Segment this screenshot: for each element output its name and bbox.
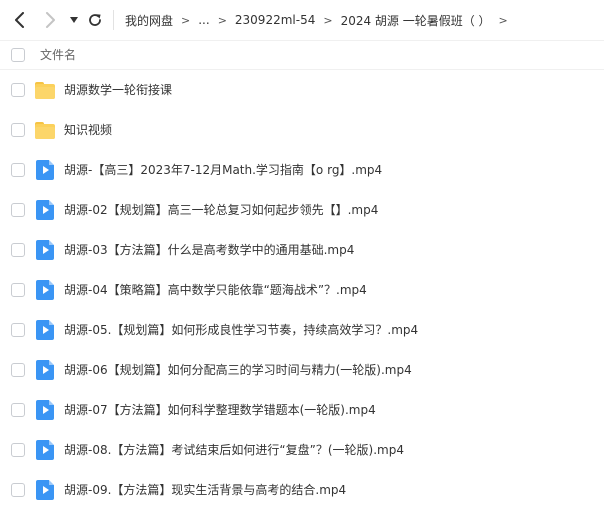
folder-icon (34, 119, 56, 141)
folder-icon (34, 79, 56, 101)
video-file-icon (34, 359, 56, 381)
video-file-icon (34, 199, 56, 221)
file-name[interactable]: 胡源-03【方法篇】什么是高考数学中的通用基础.mp4 (64, 230, 354, 270)
file-checkbox[interactable] (11, 83, 25, 97)
file-name[interactable]: 胡源-08.【方法篇】考试结束后如何进行“复盘”？(一轮版).mp4 (64, 430, 404, 470)
breadcrumb: 我的网盘 > ... > 230922ml-54 > 2024 胡源 一轮暑假班… (125, 0, 516, 40)
file-checkbox[interactable] (11, 403, 25, 417)
file-name[interactable]: 胡源-05.【规划篇】如何形成良性学习节奏，持续高效学习？.mp4 (64, 310, 418, 350)
file-row[interactable]: 胡源-08.【方法篇】考试结束后如何进行“复盘”？(一轮版).mp4 (0, 430, 604, 470)
toolbar: 我的网盘 > ... > 230922ml-54 > 2024 胡源 一轮暑假班… (0, 0, 604, 40)
video-file-icon (34, 159, 56, 181)
breadcrumb-item-current[interactable]: 2024 胡源 一轮暑假班（ ） (341, 12, 491, 29)
breadcrumb-item-parent[interactable]: 230922ml-54 (235, 13, 315, 27)
file-checkbox[interactable] (11, 323, 25, 337)
breadcrumb-separator: > (217, 13, 227, 27)
file-row[interactable]: 胡源-06【规划篇】如何分配高三的学习时间与精力(一轮版).mp4 (0, 350, 604, 390)
video-file-icon (34, 239, 56, 261)
chevron-right-icon (46, 12, 55, 28)
refresh-button[interactable] (86, 10, 104, 30)
breadcrumb-separator: > (323, 13, 333, 27)
video-file-icon (34, 439, 56, 461)
video-file-icon (34, 479, 56, 501)
file-name[interactable]: 胡源-04【策略篇】高中数学只能依靠“题海战术”？.mp4 (64, 270, 367, 310)
file-checkbox[interactable] (11, 283, 25, 297)
file-name[interactable]: 胡源-07【方法篇】如何科学整理数学错题本(一轮版).mp4 (64, 390, 376, 430)
breadcrumb-separator: > (498, 13, 508, 27)
file-name[interactable]: 胡源-【高三】2023年7-12月Math.学习指南【o rg】.mp4 (64, 150, 382, 190)
refresh-icon (89, 14, 101, 26)
file-checkbox[interactable] (11, 483, 25, 497)
file-checkbox[interactable] (11, 363, 25, 377)
file-row[interactable]: 知识视频 (0, 110, 604, 150)
file-row[interactable]: 胡源-【高三】2023年7-12月Math.学习指南【o rg】.mp4 (0, 150, 604, 190)
file-list: 胡源数学一轮衔接课 知识视频 胡源-【高三】2023年7-12月Math.学习指南【… (0, 70, 604, 510)
video-file-icon (34, 319, 56, 341)
file-name[interactable]: 知识视频 (64, 110, 112, 150)
toolbar-divider (113, 10, 114, 30)
file-list-header: 文件名 (0, 40, 604, 70)
file-name[interactable]: 胡源-02【规划篇】高三一轮总复习如何起步领先【】.mp4 (64, 190, 378, 230)
video-file-icon (34, 399, 56, 421)
history-dropdown-button[interactable] (66, 10, 82, 30)
file-name[interactable]: 胡源数学一轮衔接课 (64, 70, 172, 110)
file-checkbox[interactable] (11, 203, 25, 217)
breadcrumb-separator: > (181, 13, 191, 27)
chevron-left-icon (15, 12, 24, 28)
file-checkbox[interactable] (11, 163, 25, 177)
breadcrumb-item-root[interactable]: 我的网盘 (125, 12, 173, 29)
file-checkbox[interactable] (11, 123, 25, 137)
caret-down-icon (70, 17, 78, 23)
file-checkbox[interactable] (11, 443, 25, 457)
back-button[interactable] (10, 10, 30, 30)
file-checkbox[interactable] (11, 243, 25, 257)
file-name[interactable]: 胡源-09.【方法篇】现实生活背景与高考的结合.mp4 (64, 470, 346, 510)
file-row[interactable]: 胡源-05.【规划篇】如何形成良性学习节奏，持续高效学习？.mp4 (0, 310, 604, 350)
video-file-icon (34, 279, 56, 301)
column-header-name[interactable]: 文件名 (40, 41, 76, 69)
file-row[interactable]: 胡源数学一轮衔接课 (0, 70, 604, 110)
file-row[interactable]: 胡源-03【方法篇】什么是高考数学中的通用基础.mp4 (0, 230, 604, 270)
file-row[interactable]: 胡源-07【方法篇】如何科学整理数学错题本(一轮版).mp4 (0, 390, 604, 430)
file-row[interactable]: 胡源-09.【方法篇】现实生活背景与高考的结合.mp4 (0, 470, 604, 510)
file-name[interactable]: 胡源-06【规划篇】如何分配高三的学习时间与精力(一轮版).mp4 (64, 350, 412, 390)
forward-button[interactable] (40, 10, 60, 30)
select-all-checkbox[interactable] (11, 48, 25, 62)
file-row[interactable]: 胡源-02【规划篇】高三一轮总复习如何起步领先【】.mp4 (0, 190, 604, 230)
file-row[interactable]: 胡源-04【策略篇】高中数学只能依靠“题海战术”？.mp4 (0, 270, 604, 310)
breadcrumb-item-collapsed[interactable]: ... (198, 13, 209, 27)
